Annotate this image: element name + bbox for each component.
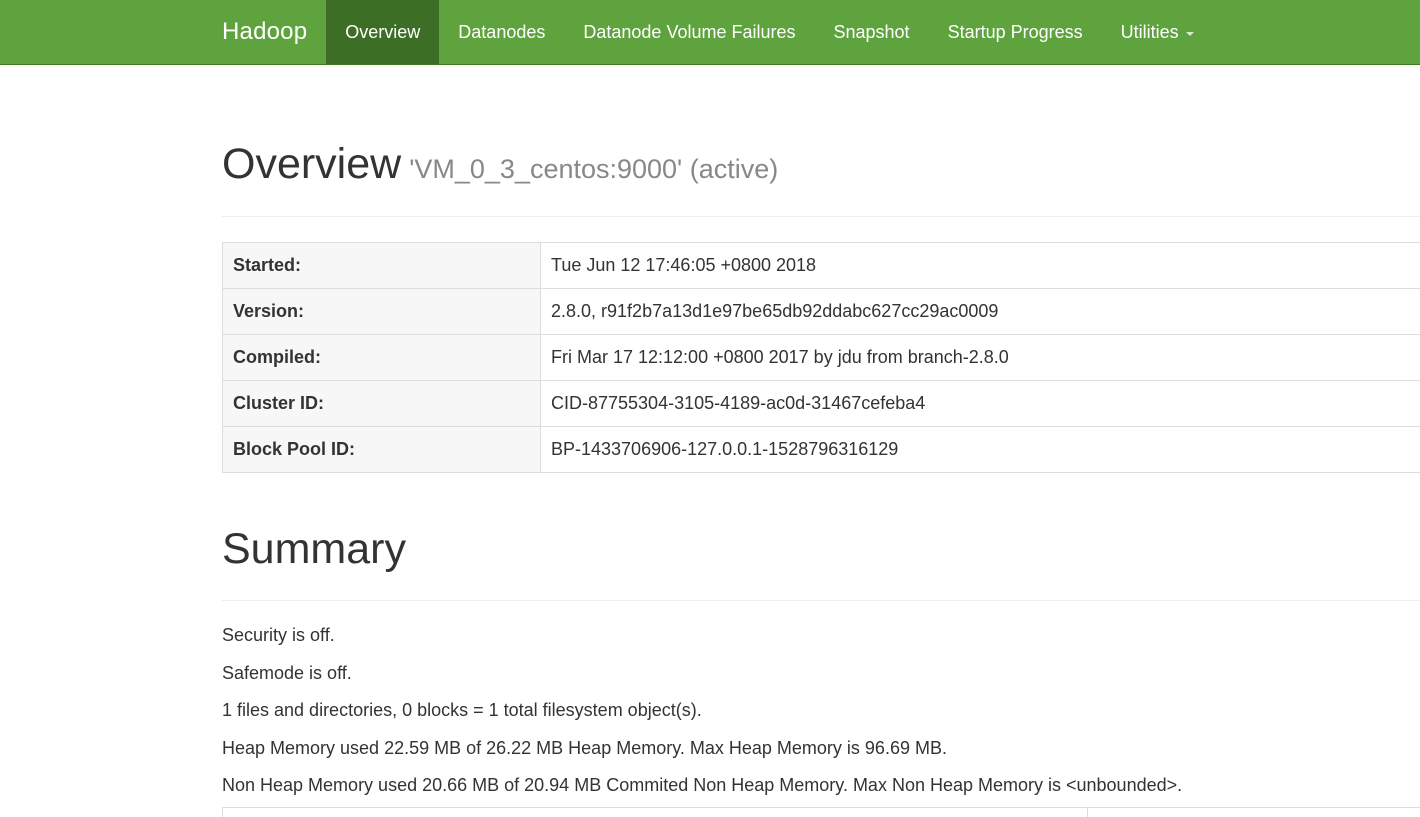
top-navbar: Hadoop Overview Datanodes Datanode Volum… bbox=[0, 0, 1420, 65]
nav-startup-progress[interactable]: Startup Progress bbox=[929, 0, 1102, 64]
security-status: Security is off. bbox=[222, 625, 335, 645]
info-value: BP-1433706906-127.0.0.1-1528796316129 bbox=[540, 426, 1420, 473]
namenode-status: 'VM_0_3_centos:9000' (active) bbox=[409, 154, 779, 184]
nav-utilities-label: Utilities bbox=[1120, 21, 1179, 42]
info-key: Compiled: bbox=[222, 334, 541, 381]
summary-lines: Security is off. Safemode is off. 1 file… bbox=[222, 623, 1420, 797]
heap-memory: Heap Memory used 22.59 MB of 26.22 MB He… bbox=[222, 737, 947, 758]
info-key: Started: bbox=[222, 242, 541, 289]
main-content: Overview 'VM_0_3_centos:9000' (active) St… bbox=[222, 65, 1420, 817]
nav-overview[interactable]: Overview bbox=[326, 0, 440, 64]
filesystem-objects: 1 files and directories, 0 blocks = 1 to… bbox=[222, 700, 702, 720]
table-row: Cluster ID: CID-87755304-3105-4189-ac0d-… bbox=[222, 380, 1420, 427]
summary-table-edge bbox=[222, 807, 1420, 817]
summary-header: Summary bbox=[222, 522, 1420, 601]
non-heap-memory: Non Heap Memory used 20.66 MB of 20.94 M… bbox=[222, 775, 1183, 795]
nav-utilities-dropdown[interactable]: Utilities bbox=[1102, 0, 1213, 64]
table-row: Block Pool ID: BP-1433706906-127.0.0.1-1… bbox=[222, 426, 1420, 473]
info-key: Version: bbox=[222, 288, 541, 335]
table-row: Compiled: Fri Mar 17 12:12:00 +0800 2017… bbox=[222, 334, 1420, 381]
table-row: Version: 2.8.0, r91f2b7a13d1e97be65db92d… bbox=[222, 288, 1420, 335]
page-title: Overview 'VM_0_3_centos:9000' (active) bbox=[222, 141, 1420, 192]
overview-header: Overview 'VM_0_3_centos:9000' (active) bbox=[222, 141, 1420, 217]
info-value: 2.8.0, r91f2b7a13d1e97be65db92ddabc627cc… bbox=[540, 288, 1420, 335]
info-value: CID-87755304-3105-4189-ac0d-31467cefeba4 bbox=[540, 380, 1420, 427]
safemode-status: Safemode is off. bbox=[222, 662, 352, 683]
info-value: Fri Mar 17 12:12:00 +0800 2017 by jdu fr… bbox=[540, 334, 1420, 381]
table-row: Started: Tue Jun 12 17:46:05 +0800 2018 bbox=[222, 242, 1420, 289]
info-key: Cluster ID: bbox=[222, 380, 541, 427]
overview-title: Overview bbox=[222, 140, 402, 188]
info-key: Block Pool ID: bbox=[222, 426, 541, 473]
brand-logo[interactable]: Hadoop bbox=[0, 0, 326, 64]
info-value: Tue Jun 12 17:46:05 +0800 2018 bbox=[540, 242, 1420, 289]
nav-snapshot[interactable]: Snapshot bbox=[815, 0, 929, 64]
caret-down-icon bbox=[1185, 31, 1194, 36]
nav-datanodes[interactable]: Datanodes bbox=[439, 0, 564, 64]
nav-datanode-volume-failures[interactable]: Datanode Volume Failures bbox=[564, 0, 814, 64]
summary-title: Summary bbox=[222, 525, 406, 573]
table-divider bbox=[1087, 808, 1088, 817]
overview-info-table: Started: Tue Jun 12 17:46:05 +0800 2018 … bbox=[222, 242, 1420, 473]
